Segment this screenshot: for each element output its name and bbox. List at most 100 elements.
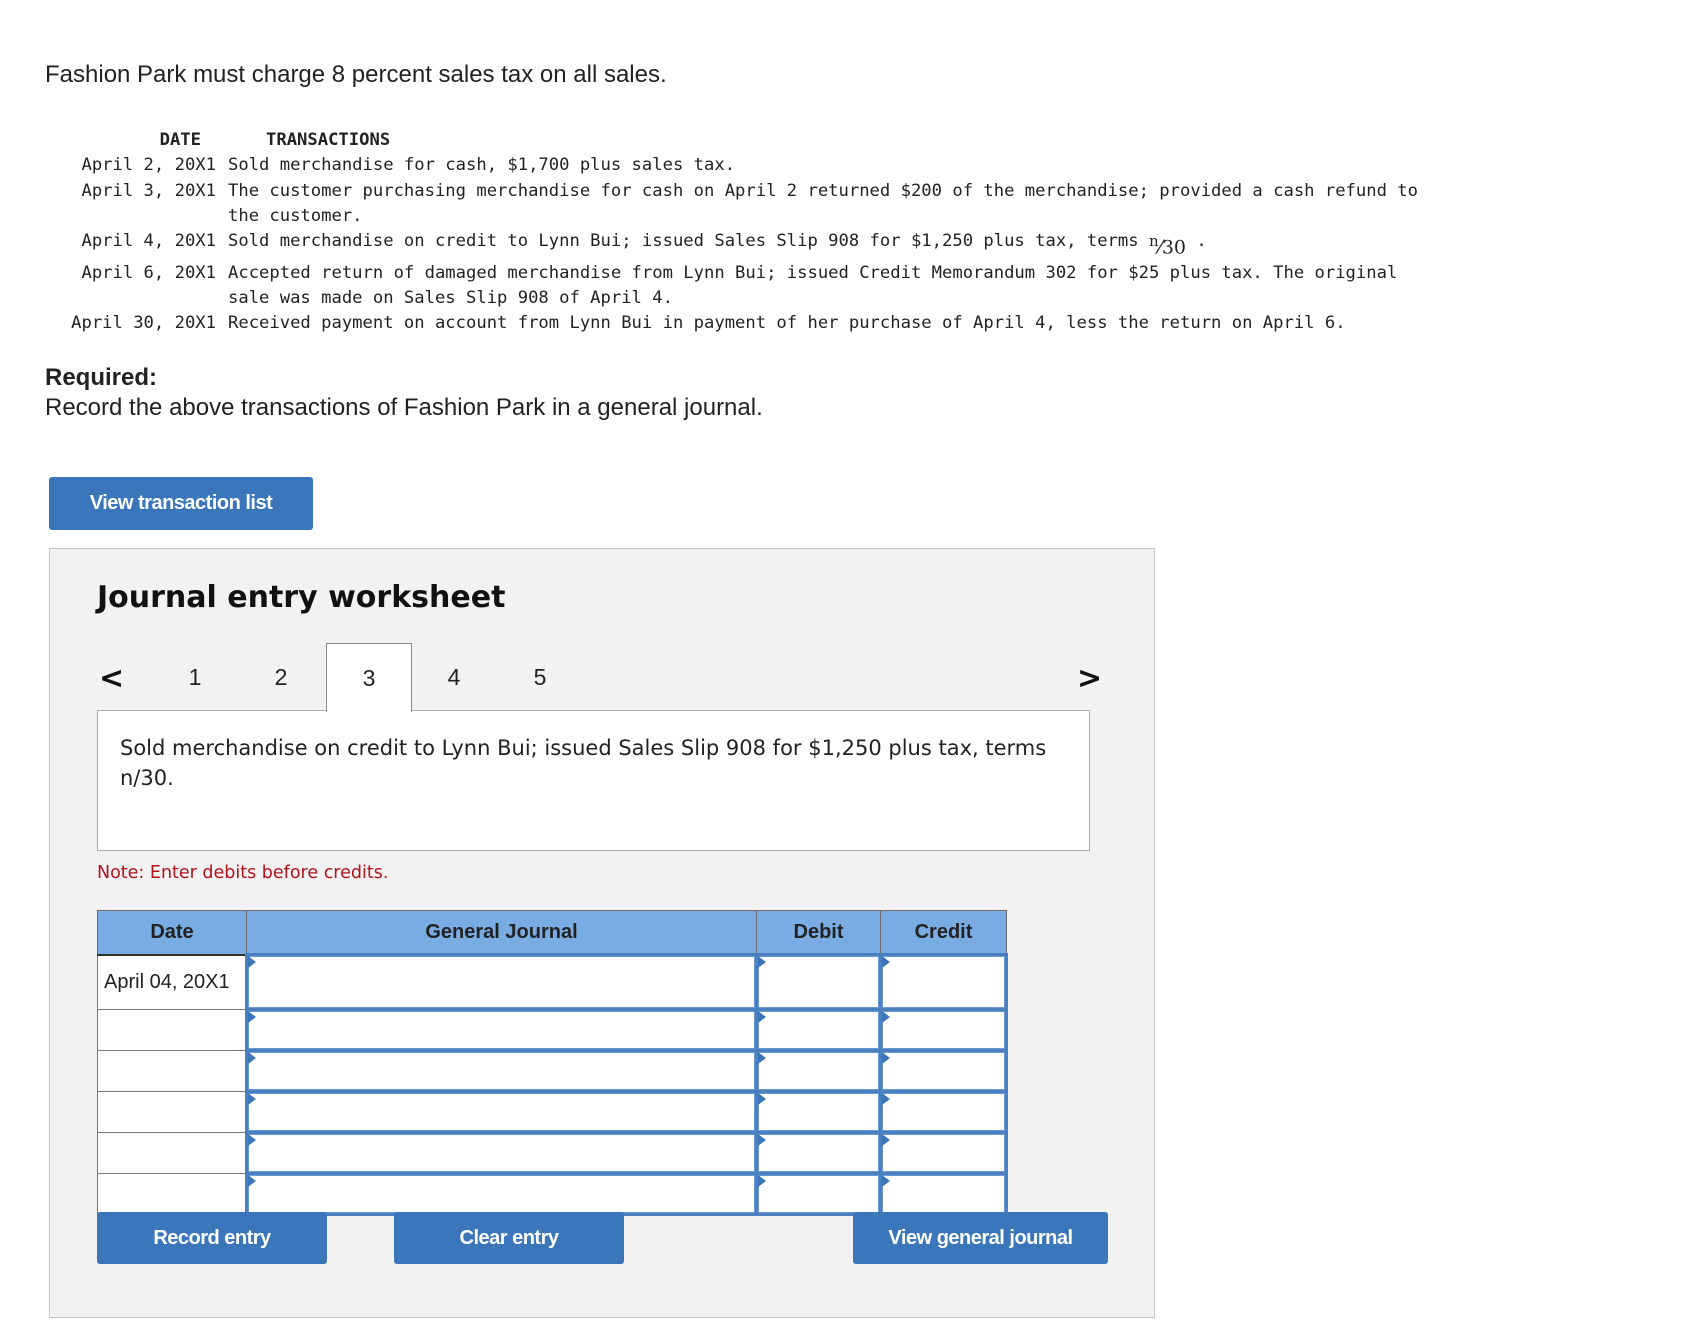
table-row [97,1008,1008,1052]
debit-input[interactable] [758,1052,879,1090]
credit-cell [879,1049,1008,1093]
required-text: Record the above transactions of Fashion… [45,394,763,421]
debit-input[interactable] [758,1134,879,1172]
transaction-row: April 4, 20X1 Sold merchandise on credit … [45,229,1418,261]
view-transaction-list-button[interactable]: View transaction list [49,477,313,530]
account-cell [245,953,758,1011]
terms-suffix: . [1186,231,1207,252]
record-entry-button[interactable]: Record entry [97,1212,327,1264]
date-cell [97,1173,247,1215]
credit-cell [879,1131,1008,1175]
transaction-text: Received payment on account from Lynn Bu… [228,313,1346,334]
account-input[interactable] [248,1134,755,1172]
transactions-list: DATE TRANSACTIONS April 2, 20X1 Sold merc… [45,128,1418,337]
credit-input[interactable] [882,956,1005,1008]
transaction-date [45,204,228,229]
header-credit: Credit [880,910,1007,956]
date-cell [97,1091,247,1133]
table-row: April 04, 20X1 [97,953,1008,1011]
debit-cell [755,1090,882,1134]
account-cell [245,1172,758,1216]
transaction-row: April 6, 20X1 Accepted return of damaged … [45,261,1418,286]
account-input[interactable] [248,1011,755,1049]
debit-input[interactable] [758,1093,879,1131]
terms-denominator: 30 [1161,236,1186,259]
clear-entry-button[interactable]: Clear entry [394,1212,624,1264]
date-cell [97,1132,247,1174]
transaction-text: Sold merchandise on credit to Lynn Bui; … [228,231,1149,252]
tab-2[interactable]: 2 [238,643,324,711]
tab-3[interactable]: 3 [326,643,412,712]
tab-4[interactable]: 4 [411,643,497,711]
debit-cell [755,953,882,1011]
transactions-header-transactions: TRANSACTIONS [266,130,391,150]
problem-intro: Fashion Park must charge 8 percent sales… [45,61,667,88]
required-title: Required: [45,364,158,391]
debit-cell [755,1131,882,1175]
debit-input[interactable] [758,1011,879,1049]
header-general-journal: General Journal [246,910,757,956]
transaction-row: April 2, 20X1 Sold merchandise for cash, … [45,153,1418,178]
credit-input[interactable] [882,1052,1005,1090]
worksheet-tabs: < 1 2 3 4 5 > [97,643,1102,712]
tab-1[interactable]: 1 [152,643,238,711]
debit-cell [755,1049,882,1093]
tab-5[interactable]: 5 [497,643,583,711]
debit-cell [755,1008,882,1052]
transaction-row: the customer. [45,204,1418,229]
account-cell [245,1131,758,1175]
transaction-date: April 2, 20X1 [81,155,216,176]
transaction-text: the customer. [228,205,363,226]
date-cell: April 04, 20X1 [97,954,247,1010]
transaction-row: April 30, 20X1 Received payment on accoun… [45,311,1418,336]
chevron-right-icon[interactable]: > [1077,661,1102,696]
account-input[interactable] [248,1175,755,1213]
account-cell [245,1008,758,1052]
transaction-row: April 3, 20X1 The customer purchasing mer… [45,179,1418,204]
debit-input[interactable] [758,956,879,1008]
table-row [97,1090,1008,1134]
credit-cell [879,1008,1008,1052]
credit-cell [879,1090,1008,1134]
account-input[interactable] [248,1093,755,1131]
transaction-text: The customer purchasing merchandise for … [228,180,1418,201]
credit-input[interactable] [882,1093,1005,1131]
chevron-left-icon[interactable]: < [99,661,124,696]
transaction-text: Accepted return of damaged merchandise f… [228,262,1398,283]
debits-note: Note: Enter debits before credits. [97,863,389,883]
transaction-description: Sold merchandise on credit to Lynn Bui; … [97,710,1090,851]
worksheet-title: Journal entry worksheet [97,580,506,615]
transactions-header: DATE TRANSACTIONS [45,128,1418,153]
account-cell [245,1049,758,1093]
transactions-header-date: DATE [159,130,201,150]
credit-cell [879,953,1008,1011]
account-input[interactable] [248,1052,755,1090]
view-general-journal-button[interactable]: View general journal [853,1212,1108,1264]
transaction-date: April 30, 20X1 [71,313,216,334]
header-date: Date [97,910,247,956]
transaction-date: April 6, 20X1 [81,262,216,283]
terms-fraction: n⁄30 [1149,229,1186,261]
table-row [97,1049,1008,1093]
transaction-date [45,286,228,311]
transaction-date: April 3, 20X1 [81,180,216,201]
debit-input[interactable] [758,1175,879,1213]
debit-cell [755,1172,882,1216]
transaction-date: April 4, 20X1 [81,231,216,252]
table-row [97,1131,1008,1175]
account-cell [245,1090,758,1134]
terms-numerator: n [1148,232,1159,251]
date-cell [97,1050,247,1092]
credit-input[interactable] [882,1134,1005,1172]
general-journal-table: Date General Journal Debit Credit April … [97,910,1008,1216]
credit-cell [879,1172,1008,1216]
credit-input[interactable] [882,1011,1005,1049]
table-row [97,1172,1008,1216]
account-input[interactable] [248,956,755,1008]
transaction-row: sale was made on Sales Slip 908 of April… [45,286,1418,311]
credit-input[interactable] [882,1175,1005,1213]
table-header-row: Date General Journal Debit Credit [97,910,1007,956]
date-cell [97,1009,247,1051]
transaction-text: sale was made on Sales Slip 908 of April… [228,288,673,309]
header-debit: Debit [756,910,881,956]
